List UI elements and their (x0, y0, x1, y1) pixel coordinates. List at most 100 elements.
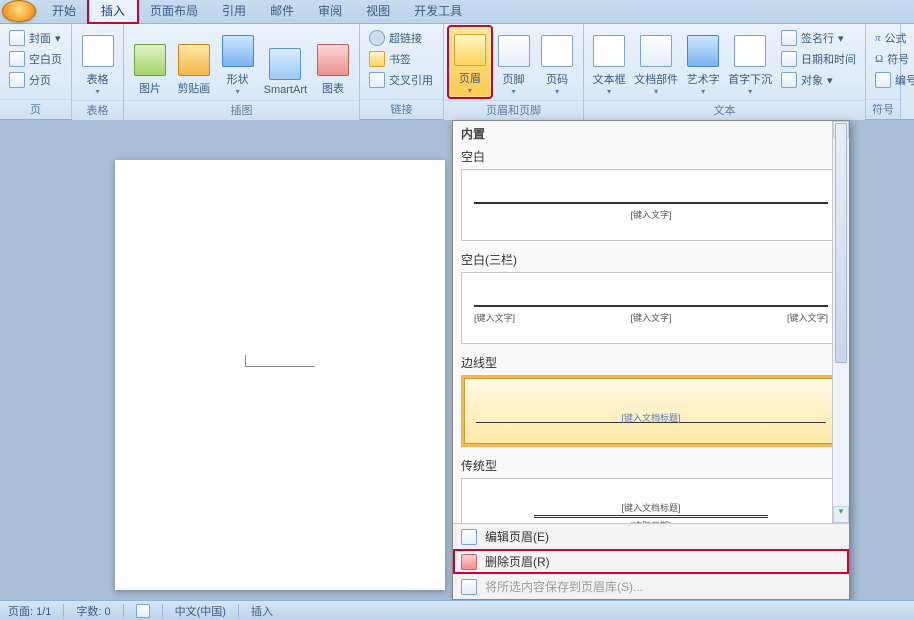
number-button[interactable]: 编号 (872, 70, 914, 90)
gallery-cat-classic: 传统型 (453, 453, 849, 476)
tab-start[interactable]: 开始 (40, 0, 88, 23)
gallery-item-classic[interactable]: [键入文档标题] [选取日期] (461, 478, 841, 523)
gallery-item-blank3[interactable]: [键入文字] [键入文字] [键入文字] (461, 272, 841, 344)
placeholder-text: [键入文字] (474, 208, 828, 221)
remove-header-menu[interactable]: 删除页眉(R) (453, 549, 849, 574)
chart-icon (317, 44, 349, 76)
symbol-label: 符号 (887, 51, 909, 67)
cover-page-button[interactable]: 封面▾ (6, 28, 65, 48)
datetime-icon (781, 51, 797, 67)
smartart-icon (269, 48, 301, 80)
blank-page-label: 空白页 (29, 51, 62, 67)
document-page[interactable] (115, 160, 445, 590)
clipart-button[interactable]: 剪贴画 (172, 26, 216, 98)
scroll-thumb[interactable] (835, 123, 847, 363)
wordart-button[interactable]: 艺术字▾ (682, 26, 724, 98)
chart-label: 图表 (322, 80, 344, 96)
group-label-pages: 页 (0, 99, 71, 119)
chart-button[interactable]: 图表 (311, 26, 355, 98)
number-label: 编号 (895, 72, 914, 88)
header-button[interactable]: 页眉▾ (448, 26, 492, 98)
shapes-button[interactable]: 形状▾ (216, 26, 260, 98)
tab-review[interactable]: 审阅 (306, 0, 354, 23)
tab-insert[interactable]: 插入 (88, 0, 138, 23)
remove-header-label: 删除页眉(R) (485, 553, 550, 570)
smartart-label: SmartArt (264, 84, 307, 96)
status-proof-icon[interactable] (136, 604, 150, 618)
page-break-label: 分页 (29, 72, 51, 88)
tab-references[interactable]: 引用 (210, 0, 258, 23)
smartart-button[interactable]: SmartArt (260, 26, 311, 98)
status-mode[interactable]: 插入 (251, 603, 273, 619)
edit-header-text: 编辑页眉(E) (485, 530, 549, 544)
wordart-label: 艺术字 (687, 71, 720, 87)
pagenum-label: 页码 (546, 71, 568, 87)
wordart-icon (687, 35, 719, 67)
symbol-button[interactable]: Ω 符号 (872, 49, 914, 69)
textbox-label: 文本框 (593, 71, 626, 87)
date-time-button[interactable]: 日期和时间 (778, 49, 859, 69)
placeholder-text: [键入文字] (474, 311, 515, 324)
tab-developer[interactable]: 开发工具 (402, 0, 474, 23)
gallery-cat-border: 边线型 (453, 350, 849, 373)
tab-mailings[interactable]: 邮件 (258, 0, 306, 23)
page-break-button[interactable]: 分页 (6, 70, 65, 90)
object-button[interactable]: 对象▾ (778, 70, 859, 90)
placeholder-doc-title: [键入文档标题] (474, 501, 828, 514)
object-label: 对象 (801, 72, 823, 88)
status-language[interactable]: 中文(中国) (175, 603, 226, 619)
status-words[interactable]: 字数: 0 (76, 603, 110, 619)
page-icon (9, 72, 25, 88)
tab-layout[interactable]: 页面布局 (138, 0, 210, 23)
quickparts-button[interactable]: 文档部件▾ (630, 26, 682, 98)
pi-icon: π (875, 32, 881, 44)
dropcap-label: 首字下沉 (728, 71, 772, 87)
crossref-label: 交叉引用 (389, 72, 433, 88)
placeholder-date: [选取日期] (474, 519, 828, 523)
omega-icon: Ω (875, 53, 883, 65)
page-number-button[interactable]: 页码▾ (535, 26, 579, 98)
signature-line-button[interactable]: 签名行▾ (778, 28, 859, 48)
placeholder-text: [键入文字] (630, 311, 671, 324)
header-label: 页眉 (459, 70, 481, 86)
ribbon: 封面▾ 空白页 分页 页 表格▾ 表格 图片 剪贴画 (0, 24, 914, 120)
object-icon (781, 72, 797, 88)
dropcap-button[interactable]: 首字下沉▾ (724, 26, 776, 98)
gallery-item-blank[interactable]: [键入文字] (461, 169, 841, 241)
edit-header-menu[interactable]: 编辑页眉(E) (453, 524, 849, 549)
scroll-down-icon[interactable]: ▼ (833, 506, 849, 523)
bookmark-button[interactable]: 书签 (366, 49, 436, 69)
gallery-footer: 编辑页眉(E) 删除页眉(R) 将所选内容保存到页眉库(S)... (453, 523, 849, 599)
page-icon (9, 51, 25, 67)
group-label-text: 文本 (584, 100, 865, 120)
table-button[interactable]: 表格▾ (76, 26, 119, 98)
status-page[interactable]: 页面: 1/1 (8, 603, 51, 619)
link-icon (369, 30, 385, 46)
gallery-section-builtin: 内置 (453, 121, 849, 144)
picture-button[interactable]: 图片 (128, 26, 172, 98)
number-icon (875, 72, 891, 88)
textbox-icon (593, 35, 625, 67)
group-label-tables: 表格 (72, 100, 123, 120)
group-label-symbols: 符号 (866, 99, 900, 119)
office-button[interactable] (2, 0, 36, 22)
cover-page-label: 封面 (29, 30, 51, 46)
placeholder-text: [键入文字] (787, 311, 828, 324)
gallery-scrollbar[interactable]: ▲ ▼ (832, 121, 849, 523)
remove-icon (461, 554, 477, 570)
equation-label: 公式 (885, 30, 907, 46)
gallery-cat-blank: 空白 (453, 144, 849, 167)
save-to-gallery-label: 将所选内容保存到页眉库(S)... (485, 578, 643, 595)
textbox-button[interactable]: 文本框▾ (588, 26, 630, 98)
tab-view[interactable]: 视图 (354, 0, 402, 23)
hyperlink-button[interactable]: 超链接 (366, 28, 436, 48)
bookmark-label: 书签 (389, 51, 411, 67)
blank-page-button[interactable]: 空白页 (6, 49, 65, 69)
footer-button[interactable]: 页脚▾ (492, 26, 536, 98)
page-icon (9, 30, 25, 46)
equation-button[interactable]: π 公式 (872, 28, 914, 48)
crossref-button[interactable]: 交叉引用 (366, 70, 436, 90)
dropcap-icon (734, 35, 766, 67)
save-to-gallery-menu: 将所选内容保存到页眉库(S)... (453, 574, 849, 599)
gallery-item-border[interactable]: [键入文档标题] (461, 375, 841, 447)
